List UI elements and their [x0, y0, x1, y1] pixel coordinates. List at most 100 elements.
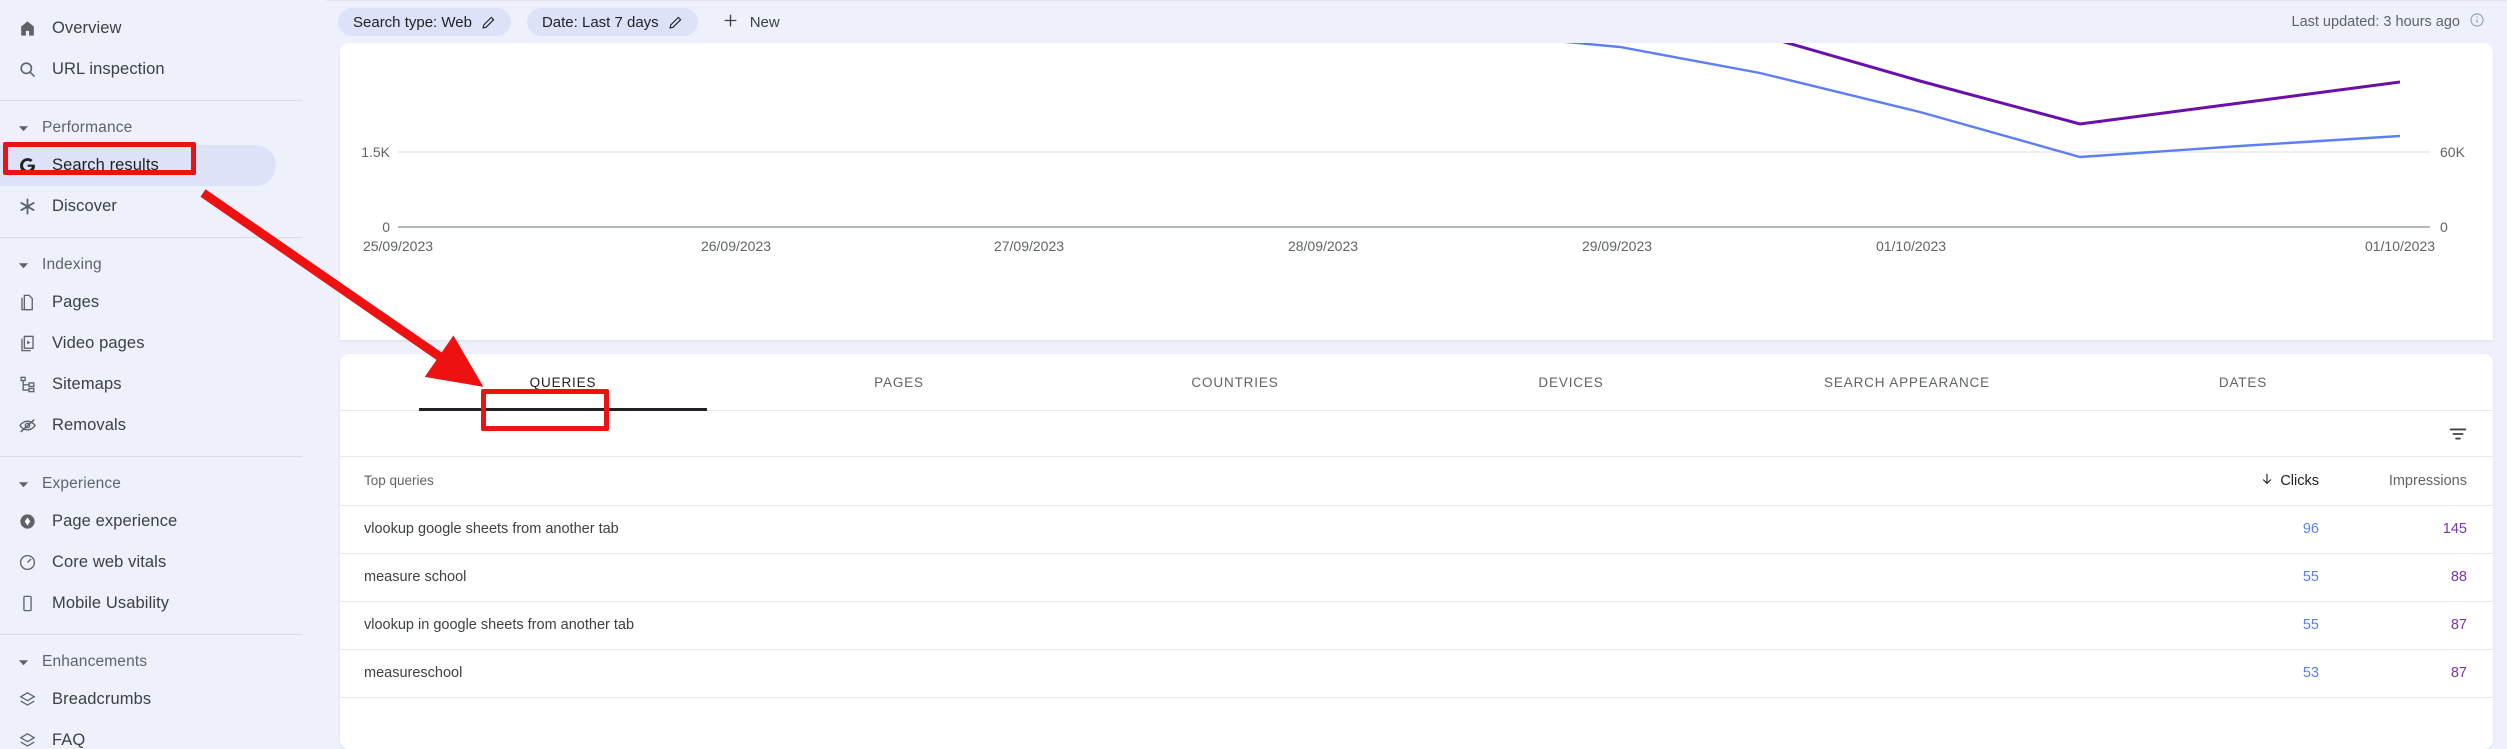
- sidebar-item-faq[interactable]: FAQ: [0, 720, 326, 749]
- sidebar-item-label: Pages: [52, 293, 100, 311]
- sidebar-group-performance[interactable]: Performance: [0, 111, 326, 145]
- tab-pages[interactable]: PAGES: [731, 354, 1067, 410]
- layers-icon: [18, 690, 52, 709]
- series-line-impressions: [1782, 43, 2401, 126]
- table-header-row: Top queries Clicks Impressions: [340, 457, 2493, 506]
- sidebar-item-label: Sitemaps: [52, 375, 122, 393]
- sidebar-item-url-inspection[interactable]: URL inspection: [0, 49, 326, 90]
- x-axis-tick: 28/09/2023: [1288, 238, 1358, 254]
- sidebar-group-label: Experience: [42, 475, 122, 492]
- chip-label: Date: Last 7 days: [541, 13, 659, 31]
- cell-impressions: 87: [2345, 649, 2493, 698]
- caret-down-icon: [18, 657, 42, 668]
- cell-impressions: 145: [2345, 505, 2493, 554]
- tab-label: DATES: [2218, 374, 2268, 390]
- queries-table-head: Top queries Clicks Impressions: [340, 457, 2493, 506]
- tab-queries[interactable]: QUERIES: [395, 354, 731, 411]
- filter-toolbar: Search type: Web Date: Last 7 days New L…: [326, 0, 2507, 43]
- column-header-label: Clicks: [2280, 472, 2319, 489]
- caret-down-icon: [18, 479, 42, 490]
- cell-impressions: 87: [2345, 601, 2493, 650]
- x-axis-tick: 27/09/2023: [994, 238, 1064, 254]
- x-axis-tick: 25/09/2023: [363, 238, 433, 254]
- performance-chart-card: 1.5K 0 60K 0 25/09/2023 26/09/2023 27/09…: [340, 43, 2493, 340]
- x-axis-tick: 01/10/2023: [1876, 238, 1946, 254]
- sidebar-group-indexing[interactable]: Indexing: [0, 248, 326, 282]
- sidebar-group-label: Indexing: [42, 256, 102, 273]
- queries-table: Top queries Clicks Impressions vlookup g…: [340, 457, 2493, 698]
- sidebar-item-label: Removals: [52, 416, 127, 434]
- sidebar-item-label: Search results: [52, 156, 159, 174]
- sidebar-item-page-experience[interactable]: Page experience: [0, 501, 326, 542]
- eye-off-icon: [18, 416, 52, 435]
- cell-query: vlookup in google sheets from another ta…: [340, 601, 2197, 650]
- table-row[interactable]: measure school 55 88: [340, 553, 2493, 602]
- tab-dates[interactable]: DATES: [2075, 354, 2411, 410]
- info-icon[interactable]: [2469, 12, 2485, 32]
- chip-label: Search type: Web: [353, 13, 472, 31]
- pencil-icon[interactable]: [668, 15, 683, 30]
- arrow-down-icon: [2260, 472, 2274, 490]
- layers-icon: [18, 731, 52, 749]
- sidebar-item-sitemaps[interactable]: Sitemaps: [0, 364, 326, 405]
- column-header-impressions[interactable]: Impressions: [2345, 457, 2493, 506]
- sitemaps-icon: [18, 375, 52, 394]
- new-filter-button[interactable]: New: [714, 8, 788, 36]
- sidebar-item-label: Core web vitals: [52, 553, 167, 571]
- sidebar-group-enhancements[interactable]: Enhancements: [0, 645, 326, 679]
- dimension-tabs: QUERIES PAGES COUNTRIES DEVICES SEARCH A…: [340, 354, 2493, 411]
- tab-search-appearance[interactable]: SEARCH APPEARANCE: [1739, 354, 2075, 410]
- sidebar-item-label: Breadcrumbs: [52, 690, 152, 708]
- dimension-table-card: QUERIES PAGES COUNTRIES DEVICES SEARCH A…: [340, 354, 2493, 749]
- cell-impressions: 88: [2345, 553, 2493, 602]
- sidebar: Overview URL inspection Performance Sear…: [0, 0, 326, 749]
- sidebar-item-search-results[interactable]: Search results: [0, 145, 276, 186]
- sidebar-item-overview[interactable]: Overview: [0, 8, 326, 49]
- sidebar-item-label: Discover: [52, 197, 117, 215]
- pencil-icon[interactable]: [481, 15, 496, 30]
- cell-query: vlookup google sheets from another tab: [340, 505, 2197, 554]
- y-axis-tick-left-zero: 0: [382, 219, 390, 235]
- sidebar-group-experience[interactable]: Experience: [0, 467, 326, 501]
- sidebar-item-label: Mobile Usability: [52, 594, 170, 612]
- tab-label: QUERIES: [529, 374, 597, 390]
- sidebar-item-discover[interactable]: Discover: [0, 186, 326, 227]
- tab-devices[interactable]: DEVICES: [1403, 354, 1739, 410]
- sidebar-item-video-pages[interactable]: Video pages: [0, 323, 326, 364]
- last-updated-label: Last updated: 3 hours ago: [2291, 14, 2461, 30]
- sidebar-item-breadcrumbs[interactable]: Breadcrumbs: [0, 679, 326, 720]
- sidebar-separator: [0, 237, 302, 238]
- sidebar-item-removals[interactable]: Removals: [0, 405, 326, 446]
- column-header-top-queries[interactable]: Top queries: [340, 457, 2197, 506]
- sidebar-item-mobile-usability[interactable]: Mobile Usability: [0, 583, 326, 624]
- sidebar-group-label: Enhancements: [42, 653, 148, 670]
- table-row[interactable]: vlookup in google sheets from another ta…: [340, 601, 2493, 650]
- performance-chart[interactable]: 1.5K 0 60K 0 25/09/2023 26/09/2023 27/09…: [340, 43, 2493, 340]
- sidebar-item-pages[interactable]: Pages: [0, 282, 326, 323]
- cell-query: measure school: [340, 553, 2197, 602]
- y-axis-tick-left-upper: 1.5K: [361, 144, 390, 160]
- caret-down-icon: [18, 260, 42, 271]
- main-content: Search type: Web Date: Last 7 days New L…: [326, 0, 2507, 749]
- queries-table-body: vlookup google sheets from another tab 9…: [340, 505, 2493, 698]
- chip-date[interactable]: Date: Last 7 days: [526, 8, 698, 36]
- tab-label: DEVICES: [1538, 374, 1604, 390]
- x-axis-tick: 01/10/2023: [2365, 238, 2435, 254]
- table-row[interactable]: vlookup google sheets from another tab 9…: [340, 505, 2493, 554]
- tab-countries[interactable]: COUNTRIES: [1067, 354, 1403, 410]
- chip-search-type[interactable]: Search type: Web: [338, 8, 511, 36]
- filter-icon[interactable]: [2447, 423, 2469, 445]
- cell-clicks: 53: [2197, 649, 2345, 698]
- cell-clicks: 55: [2197, 553, 2345, 602]
- sidebar-separator: [0, 456, 302, 457]
- sidebar-item-label: Overview: [52, 19, 122, 37]
- sidebar-item-core-web-vitals[interactable]: Core web vitals: [0, 542, 326, 583]
- sidebar-separator: [0, 100, 302, 101]
- last-updated: Last updated: 3 hours ago: [2292, 12, 2486, 32]
- cell-clicks: 55: [2197, 601, 2345, 650]
- caret-down-icon: [18, 123, 42, 134]
- column-header-clicks[interactable]: Clicks: [2197, 457, 2345, 506]
- pages-icon: [18, 293, 52, 312]
- tab-label: SEARCH APPEARANCE: [1824, 374, 1990, 390]
- table-row[interactable]: measureschool 53 87: [340, 649, 2493, 698]
